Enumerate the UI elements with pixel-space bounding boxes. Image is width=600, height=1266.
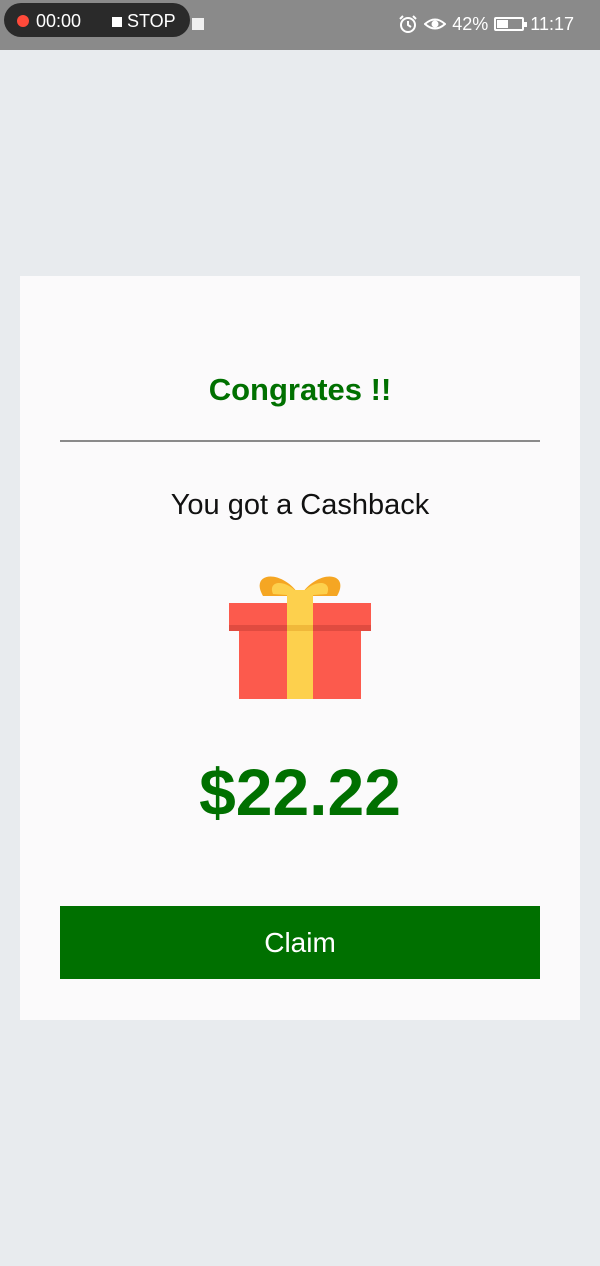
stop-button[interactable]: STOP: [127, 11, 176, 31]
alarm-icon: [399, 15, 417, 33]
eye-icon: [424, 18, 447, 30]
gift-icon: [229, 576, 371, 699]
clock: 11:17: [530, 13, 574, 34]
claim-button[interactable]: Claim: [60, 906, 540, 979]
screen-recorder-pill[interactable]: 00:00 STOP: [4, 3, 190, 37]
stop-icon[interactable]: [112, 17, 122, 27]
notification-icon: [192, 18, 204, 30]
dialog-subtitle: You got a Cashback: [170, 489, 430, 521]
recording-time: 00:00: [36, 11, 82, 31]
divider: [60, 440, 540, 442]
cashback-dialog: Congrates !! You got a Cashback $22.22 C…: [20, 276, 580, 1020]
battery-percent: 42%: [452, 13, 489, 34]
dialog-title: Congrates !!: [208, 372, 392, 407]
battery-icon: [494, 17, 528, 31]
cashback-amount: $22.22: [199, 755, 401, 829]
status-indicators: 42% 11:17: [398, 12, 574, 36]
status-bar: 00:00 STOP 42% 11:17: [0, 0, 600, 50]
record-dot-icon: [17, 15, 29, 27]
